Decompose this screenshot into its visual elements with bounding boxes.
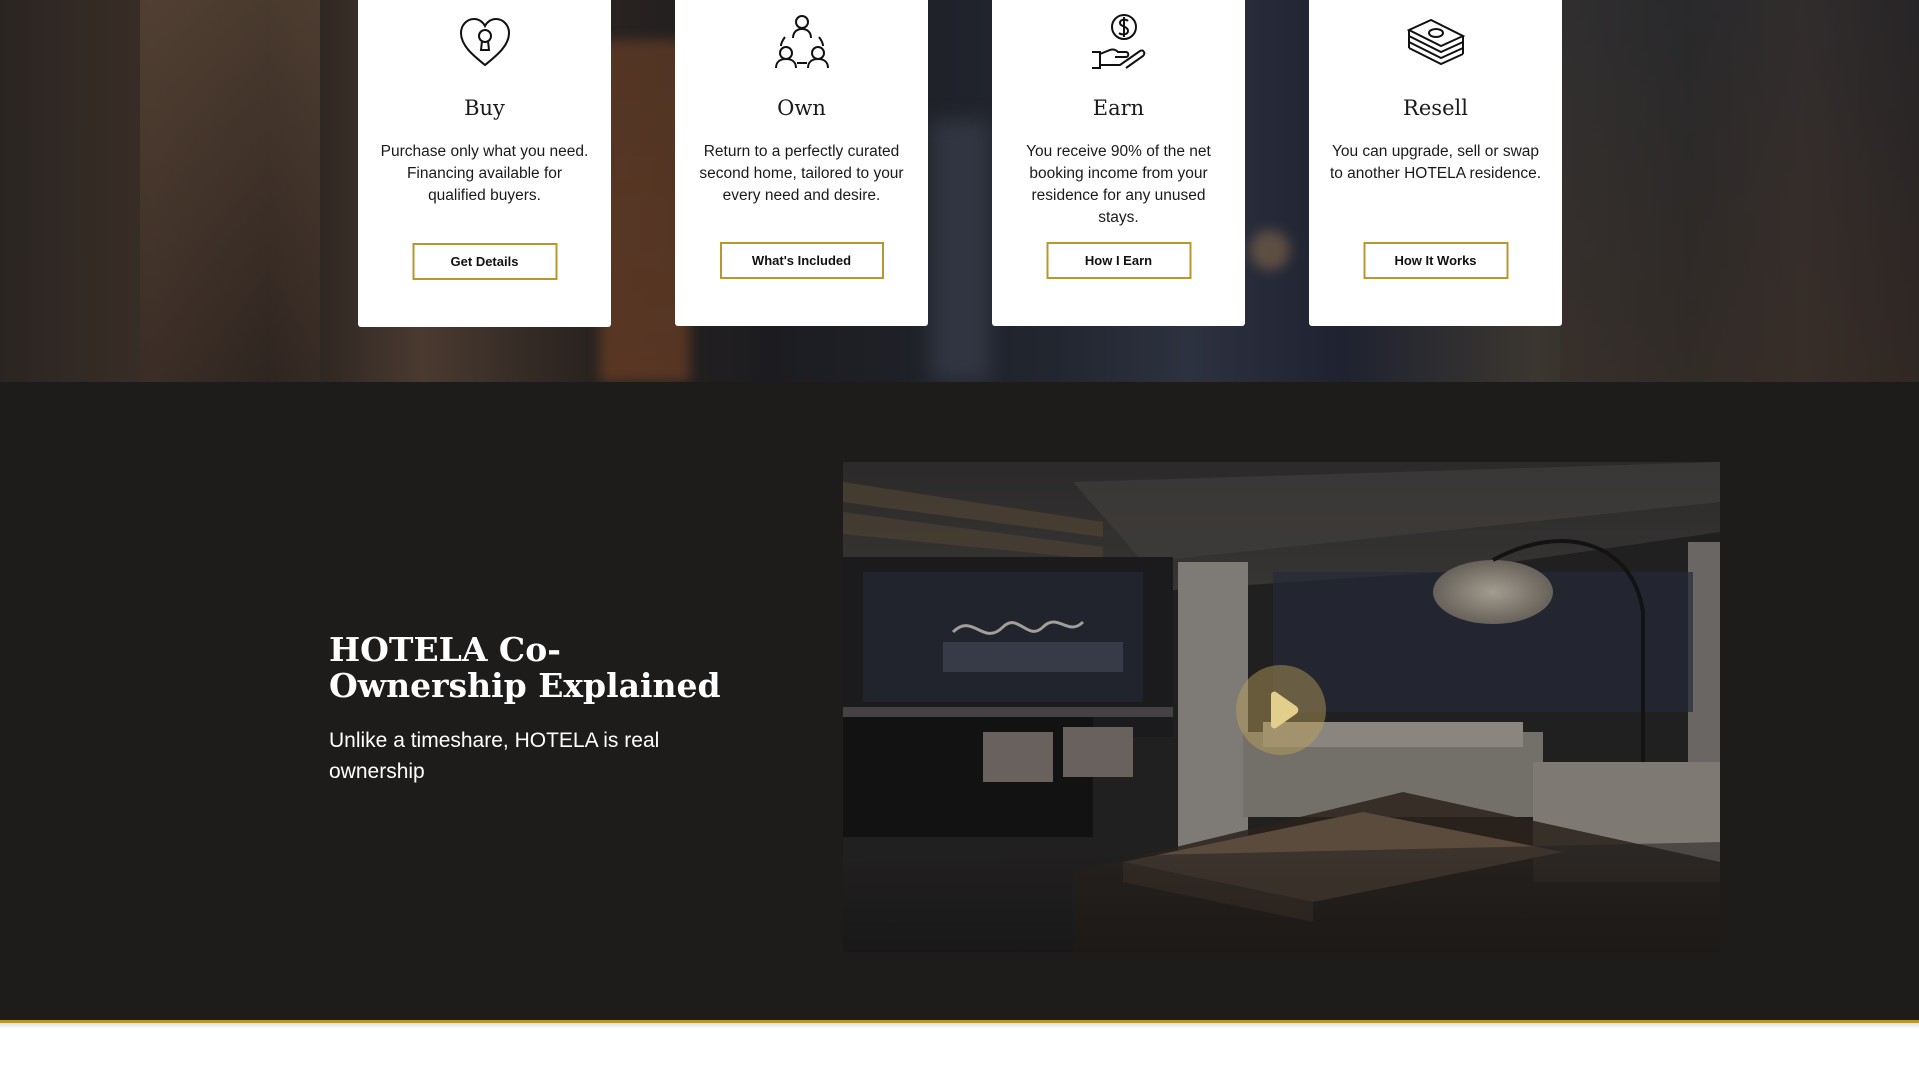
play-button[interactable] — [1236, 665, 1326, 755]
background-photo-bokeh — [1250, 230, 1290, 270]
card-description: Return to a perfectly curated second hom… — [699, 143, 904, 204]
card-title: Earn — [1092, 96, 1145, 120]
video-section: HOTELA Co-Ownership Explained Unlike a t… — [0, 382, 1919, 1022]
background-photo-left — [140, 0, 320, 382]
card-title: Buy — [464, 96, 505, 120]
card-own: Own Return to a perfectly curated second… — [675, 0, 928, 326]
card-title: Own — [777, 96, 826, 120]
section-heading: HOTELA Co-Ownership Explained — [329, 630, 721, 705]
card-earn: Earn You receive 90% of the net booking … — [992, 0, 1245, 326]
whats-included-button[interactable]: What's Included — [719, 242, 884, 279]
how-it-works-button[interactable]: How It Works — [1363, 242, 1508, 279]
heart-keyhole-icon — [454, 10, 516, 72]
get-details-button[interactable]: Get Details — [412, 243, 557, 280]
card-resell: Resell You can upgrade, sell or swap to … — [1309, 0, 1562, 326]
section-subheading: Unlike a timeshare, HOTELA is real owner… — [329, 729, 660, 783]
card-buy: Buy Purchase only what you need. Financi… — [358, 0, 611, 327]
background-photo-right — [1560, 0, 1919, 382]
hand-coin-icon — [1088, 10, 1150, 72]
play-icon — [1271, 691, 1299, 729]
background-photo-window — [930, 120, 990, 382]
hero-section: Buy Purchase only what you need. Financi… — [0, 0, 1919, 382]
video-player[interactable] — [843, 462, 1720, 952]
people-circle-icon — [771, 10, 833, 72]
card-description: You can upgrade, sell or swap to another… — [1329, 143, 1542, 182]
money-stack-icon — [1405, 10, 1467, 72]
how-i-earn-button[interactable]: How I Earn — [1046, 242, 1191, 279]
card-description: You receive 90% of the net booking incom… — [1026, 143, 1211, 226]
divider-shadow — [0, 1023, 1919, 1029]
card-description: Purchase only what you need. Financing a… — [380, 143, 589, 204]
card-title: Resell — [1403, 96, 1468, 120]
